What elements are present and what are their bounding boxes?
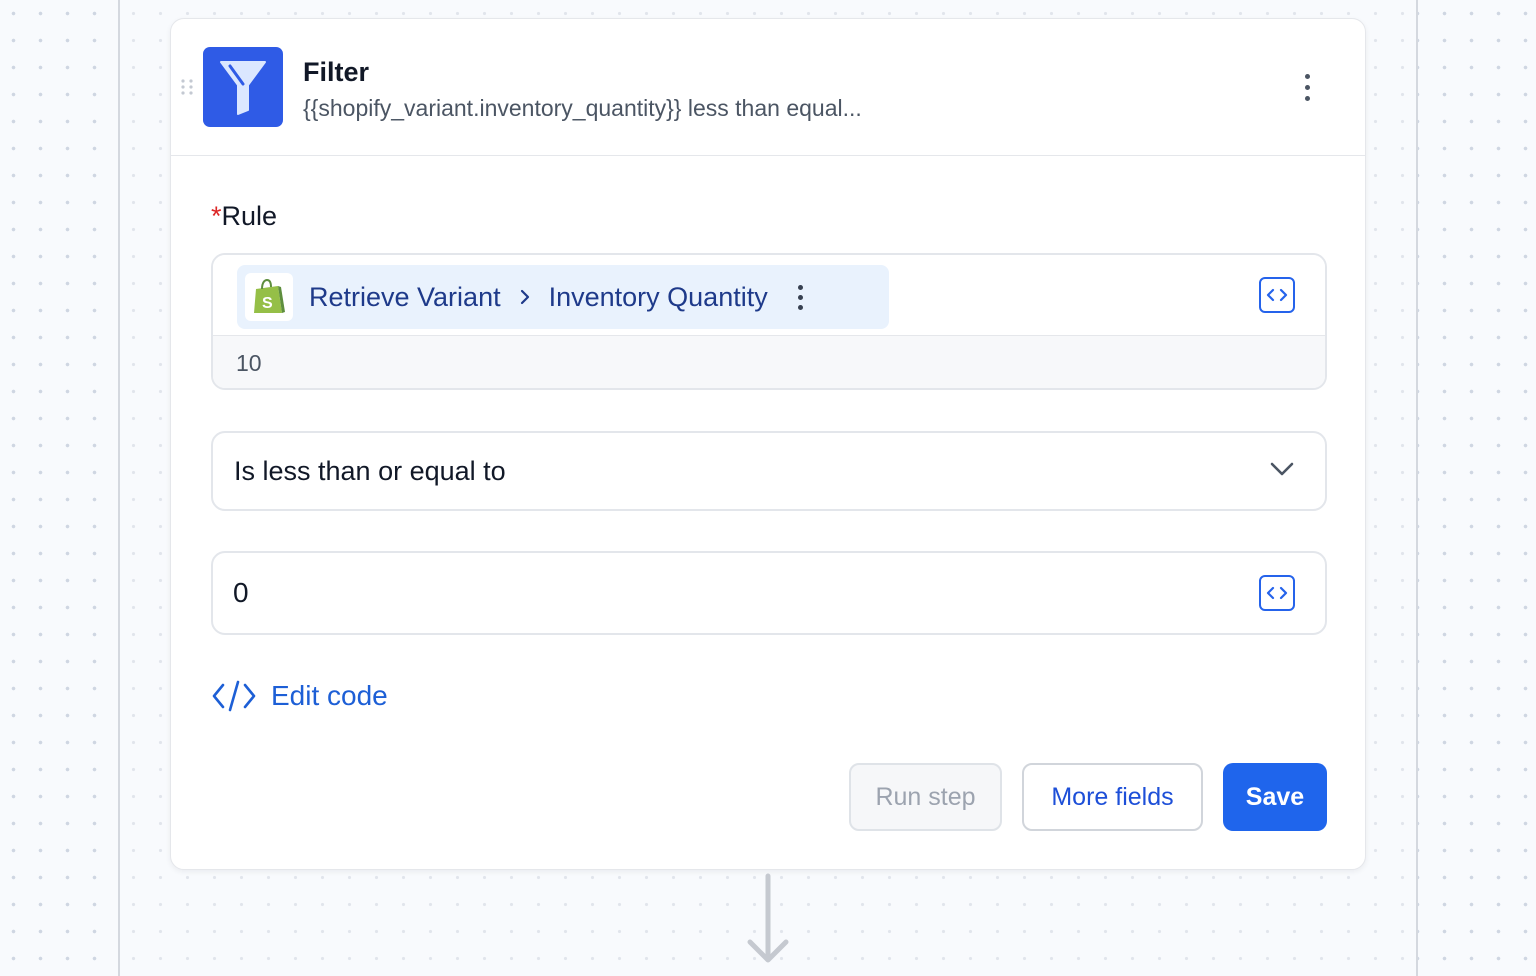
step-subtitle: {{shopify_variant.inventory_quantity}} l… <box>303 95 862 121</box>
shopify-logo-icon: S <box>245 273 293 321</box>
filter-step-card: Filter {{shopify_variant.inventory_quant… <box>170 18 1366 870</box>
drag-handle-icon[interactable] <box>180 78 194 96</box>
funnel-icon <box>203 47 283 127</box>
rule-label-text: Rule <box>221 201 278 231</box>
step-menu-icon[interactable] <box>1295 71 1319 103</box>
edit-code-label: Edit code <box>271 680 388 711</box>
chevron-down-icon <box>1270 462 1294 476</box>
compare-value: 0 <box>233 577 249 608</box>
rule-variable-field[interactable]: S Retrieve Variant Inventory Quantity 10 <box>211 253 1327 390</box>
operator-selected-value: Is less than or equal to <box>234 455 506 486</box>
code-mode-toggle-icon[interactable] <box>1259 277 1295 313</box>
variable-field: Inventory Quantity <box>548 281 768 312</box>
required-marker: * <box>211 201 222 231</box>
edit-code-link[interactable]: Edit code <box>211 679 388 713</box>
rule-label: *Rule <box>211 201 277 232</box>
svg-text:S: S <box>262 295 273 312</box>
more-fields-button[interactable]: More fields <box>1022 763 1203 831</box>
run-step-button[interactable]: Run step <box>849 763 1002 831</box>
save-button[interactable]: Save <box>1223 763 1327 831</box>
operator-select[interactable]: Is less than or equal to <box>211 431 1327 511</box>
chevron-right-icon <box>519 288 531 306</box>
code-icon <box>212 680 256 712</box>
code-mode-toggle-icon[interactable] <box>1259 575 1295 611</box>
variable-preview-value: 10 <box>213 335 1325 388</box>
arrow-down-icon <box>747 873 789 963</box>
variable-menu-icon[interactable] <box>797 284 803 310</box>
variable-pill[interactable]: S Retrieve Variant Inventory Quantity <box>237 265 889 329</box>
variable-source: Retrieve Variant <box>309 281 501 312</box>
canvas-right-border <box>1416 0 1418 976</box>
compare-value-input[interactable]: 0 <box>211 551 1327 635</box>
step-title: Filter <box>303 57 370 87</box>
step-header[interactable]: Filter {{shopify_variant.inventory_quant… <box>171 19 1365 156</box>
